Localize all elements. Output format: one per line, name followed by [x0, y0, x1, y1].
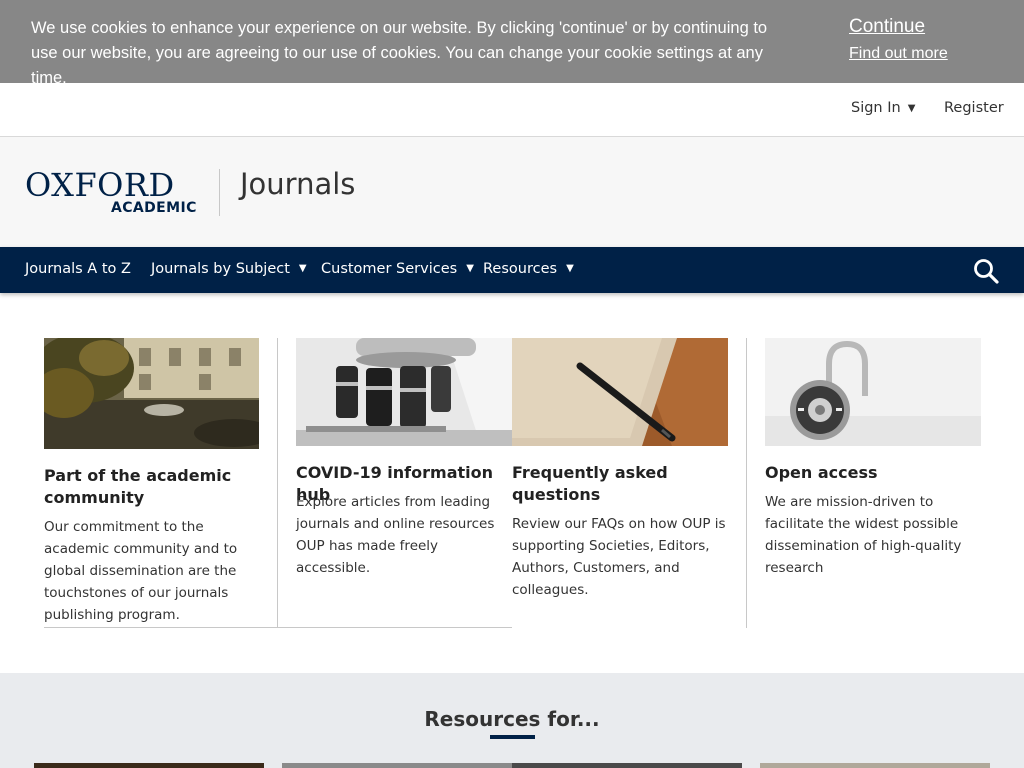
card-divider — [44, 627, 512, 628]
card-description: Explore articles from leading journals a… — [296, 494, 495, 576]
nav-item-label: Customer Services — [321, 261, 458, 277]
nav-item-label: Journals A to Z — [25, 261, 131, 277]
logo-wordmark-academic: ACADEMIC — [111, 200, 197, 216]
card-title[interactable]: Part of the academic community — [44, 465, 259, 509]
search-icon — [974, 259, 999, 284]
microscope-photo[interactable] — [296, 338, 512, 446]
card-divider — [746, 338, 747, 628]
logo-wordmark-oxford: OXFORD — [25, 166, 175, 204]
sign-in-label: Sign In — [851, 100, 901, 116]
logo-divider — [219, 169, 220, 216]
oxford-building-fountain-photo[interactable] — [44, 338, 259, 449]
section-title[interactable]: Journals — [240, 167, 355, 201]
brand-header: OXFORD ACADEMIC Journals — [0, 137, 1024, 247]
resources-heading: Resources for... — [424, 707, 600, 731]
resource-card-thumbnail[interactable] — [760, 763, 990, 768]
cookie-find-out-more-link[interactable]: Find out more — [849, 45, 948, 63]
resource-card-thumbnail[interactable] — [34, 763, 264, 768]
resources-section: Resources for... — [0, 673, 1024, 768]
caret-down-icon: ▼ — [566, 263, 574, 274]
card-description: Review our FAQs on how OUP is supporting… — [512, 516, 726, 598]
cookie-banner: We use cookies to enhance your experienc… — [0, 0, 1024, 87]
notebook-pen-photo[interactable] — [512, 338, 728, 446]
sign-in-dropdown[interactable]: Sign In ▼ — [851, 100, 915, 116]
card-title[interactable]: Open access — [765, 462, 981, 484]
caret-down-icon: ▼ — [466, 263, 474, 274]
card-description: Our commitment to the academic community… — [44, 519, 238, 623]
nav-item-customer-services[interactable]: Customer Services ▼ — [321, 261, 474, 277]
caret-down-icon: ▼ — [298, 263, 307, 274]
utility-bar: Sign In ▼ Register — [0, 83, 1024, 137]
cookie-message: We use cookies to enhance your experienc… — [31, 19, 768, 87]
main-navigation: Journals A to Z Journals by Subject ▼ Cus… — [0, 247, 1024, 293]
nav-item-journals-by-subject[interactable]: Journals by Subject ▼ — [151, 261, 307, 277]
search-button[interactable] — [972, 257, 1000, 285]
nav-item-journals-a-to-z[interactable]: Journals A to Z — [25, 261, 131, 277]
card-description: We are mission-driven to facilitate the … — [765, 494, 962, 576]
nav-item-label: Journals by Subject — [151, 261, 290, 277]
resource-card-thumbnail[interactable] — [512, 763, 742, 768]
cookie-continue-link[interactable]: Continue — [849, 16, 925, 38]
caret-down-icon: ▼ — [907, 103, 916, 114]
card-title[interactable]: Frequently asked questions — [512, 462, 728, 506]
resource-card-thumbnail[interactable] — [282, 763, 512, 768]
nav-item-label: Resources — [483, 261, 558, 277]
oxford-academic-logo[interactable]: OXFORD ACADEMIC — [25, 168, 200, 216]
open-padlock-photo[interactable] — [765, 338, 981, 446]
card-divider — [277, 338, 278, 628]
heading-underline — [490, 735, 535, 739]
nav-item-resources[interactable]: Resources ▼ — [483, 261, 574, 277]
register-link[interactable]: Register — [944, 100, 1004, 116]
